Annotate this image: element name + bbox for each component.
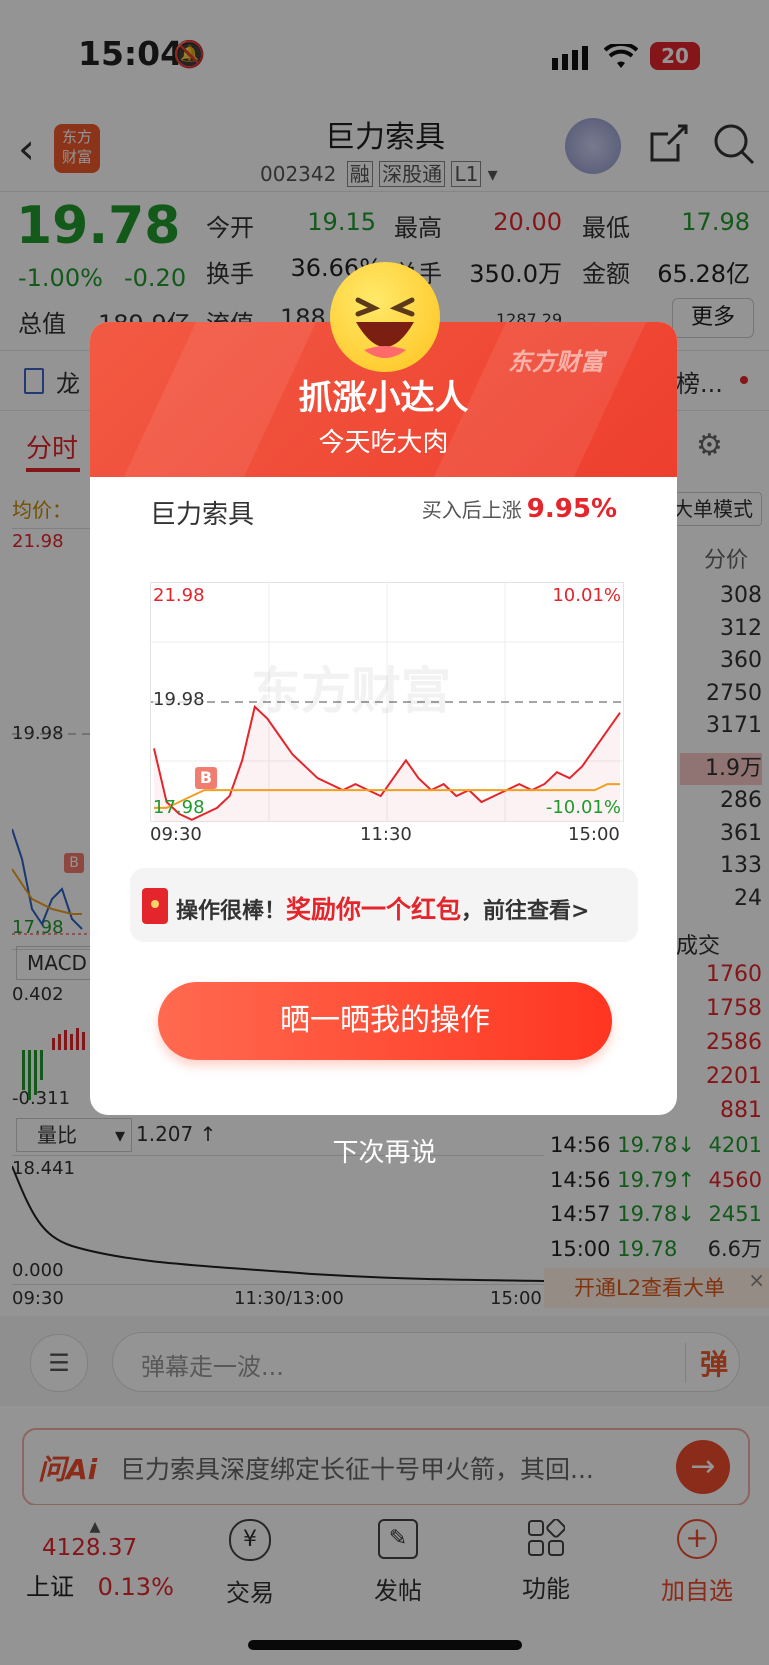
reward-banner[interactable]: 操作很棒！奖励你一个红包，前往查看> bbox=[130, 868, 638, 942]
chart-buy-marker: B bbox=[195, 767, 217, 789]
gain-row: 买入后上涨 9.95% bbox=[422, 494, 617, 524]
dismiss-link[interactable]: 下次再说 bbox=[0, 1132, 769, 1169]
reward-prefix: 操作很棒！ bbox=[176, 899, 287, 924]
chart-watermark: 东方财富 bbox=[251, 662, 451, 720]
modal-title: 抓涨小达人 bbox=[298, 378, 469, 418]
chart-y-high: 21.98 bbox=[153, 585, 205, 606]
chart-x-start: 09:30 bbox=[150, 824, 202, 845]
modal-chart: 东方财富 21.98 19.98 17.98 10.01% -10.01% B bbox=[150, 582, 624, 822]
chart-y-mid: 19.98 bbox=[153, 689, 205, 710]
share-operation-button[interactable]: 晒一晒我的操作 bbox=[158, 982, 612, 1060]
chart-pct-high: 10.01% bbox=[552, 585, 621, 606]
gain-value: 9.95% bbox=[526, 494, 617, 524]
chart-pct-low: -10.01% bbox=[545, 797, 621, 818]
modal-subtitle: 今天吃大肉 bbox=[318, 428, 449, 458]
chart-x-end: 15:00 bbox=[568, 824, 620, 845]
reward-text: 操作很棒！奖励你一个红包，前往查看> bbox=[176, 890, 589, 926]
reward-suffix: ，前往查看> bbox=[461, 899, 590, 924]
gain-label: 买入后上涨 bbox=[421, 498, 522, 522]
red-envelope-icon bbox=[142, 888, 168, 924]
chart-y-low: 17.98 bbox=[153, 797, 205, 818]
modal-stock-name: 巨力索具 bbox=[150, 500, 255, 530]
chart-x-mid: 11:30 bbox=[360, 824, 412, 845]
reward-modal: 东方财富 抓涨小达人 今天吃大肉 巨力索具 买入后上涨 9.95% 东方财富 2… bbox=[90, 322, 677, 1115]
reward-highlight: 奖励你一个红包 bbox=[286, 895, 462, 924]
laughing-face-icon bbox=[330, 262, 440, 372]
